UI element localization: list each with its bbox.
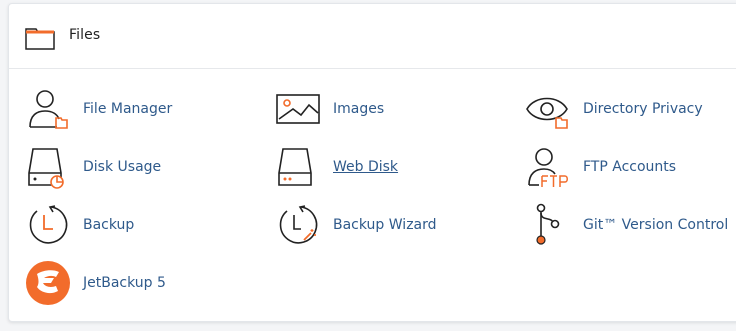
web-disk-link[interactable]: Web Disk <box>275 145 398 189</box>
backup-icon <box>25 203 71 247</box>
backup-link[interactable]: Backup <box>25 203 134 247</box>
ftp-accounts-label: FTP Accounts <box>583 159 677 175</box>
git-version-control-label: Git™ Version Control <box>583 217 729 233</box>
directory-privacy-label: Directory Privacy <box>583 101 703 117</box>
images-link[interactable]: Images <box>275 87 384 131</box>
web-disk-icon <box>275 145 321 189</box>
disk-usage-icon <box>25 145 71 189</box>
directory-privacy-link[interactable]: Directory Privacy <box>525 87 703 131</box>
file-manager-label: File Manager <box>83 101 173 117</box>
ftp-accounts-icon <box>525 145 571 189</box>
panel-header[interactable]: Files <box>9 4 736 69</box>
images-icon <box>275 87 321 131</box>
file-manager-link[interactable]: File Manager <box>25 87 172 131</box>
files-panel: Files File Manager Images Directory Priv… <box>8 3 736 322</box>
git-icon <box>525 203 571 247</box>
backup-wizard-label: Backup Wizard <box>333 217 437 233</box>
images-label: Images <box>333 101 385 117</box>
jetbackup-link[interactable]: JetBackup 5 <box>25 261 166 305</box>
directory-privacy-icon <box>525 87 571 131</box>
web-disk-label: Web Disk <box>333 159 399 175</box>
backup-wizard-icon <box>275 203 321 247</box>
file-manager-icon <box>25 87 71 131</box>
panel-title: Files <box>69 27 101 43</box>
folder-icon <box>25 28 55 50</box>
git-version-control-link[interactable]: Git™ Version Control <box>525 203 728 247</box>
disk-usage-label: Disk Usage <box>83 159 162 175</box>
ftp-accounts-link[interactable]: FTP Accounts <box>525 145 676 189</box>
jetbackup-icon <box>25 261 71 305</box>
backup-wizard-link[interactable]: Backup Wizard <box>275 203 437 247</box>
disk-usage-link[interactable]: Disk Usage <box>25 145 161 189</box>
backup-label: Backup <box>83 217 135 233</box>
jetbackup-label: JetBackup 5 <box>83 275 166 291</box>
